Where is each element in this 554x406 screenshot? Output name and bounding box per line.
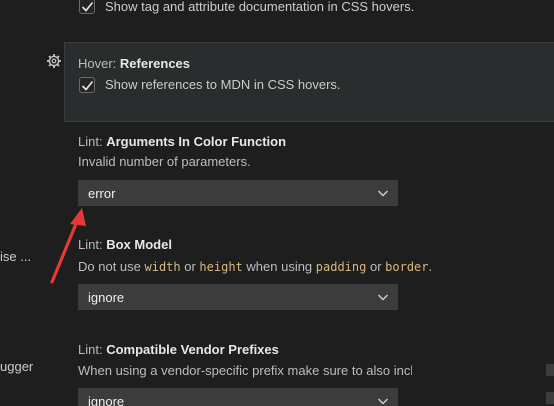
settings-editor: ise ... ugger Show tag and attribute doc… <box>0 0 554 406</box>
annotation-arrow-icon <box>50 208 86 284</box>
